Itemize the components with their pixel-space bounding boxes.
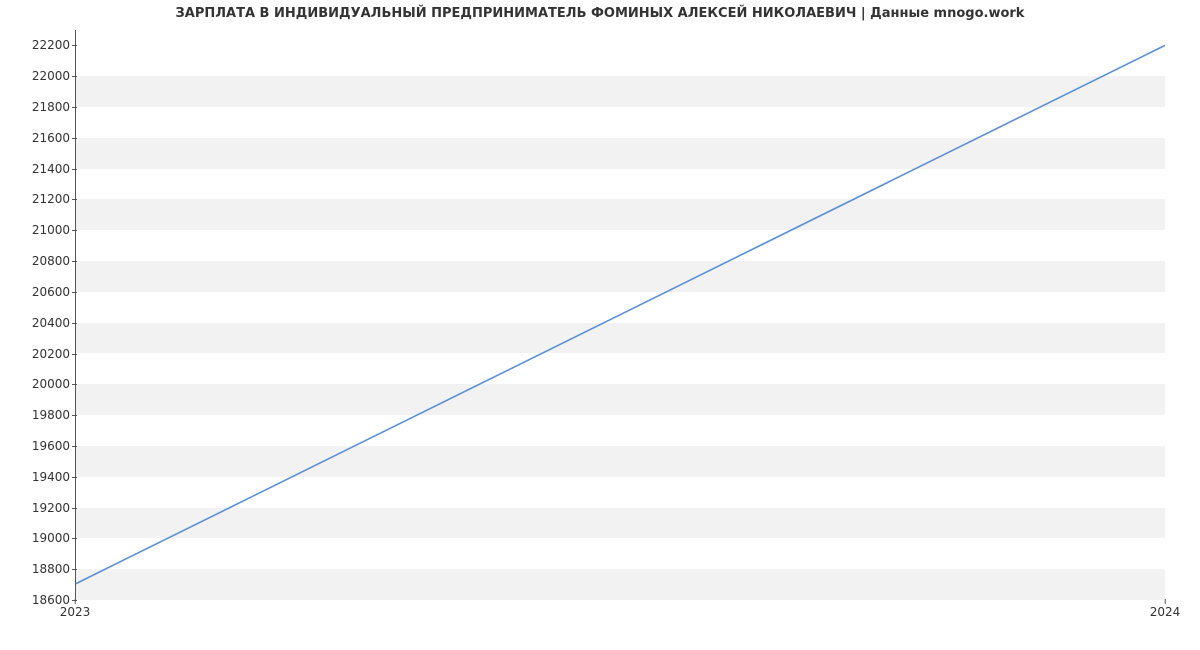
y-tick-label: 20800 xyxy=(10,254,70,268)
chart-title: ЗАРПЛАТА В ИНДИВИДУАЛЬНЫЙ ПРЕДПРИНИМАТЕЛ… xyxy=(0,6,1200,21)
line-series xyxy=(76,30,1165,599)
y-tick-label: 21000 xyxy=(10,223,70,237)
series-line xyxy=(76,45,1165,583)
plot-area xyxy=(75,30,1165,600)
y-tick-label: 20400 xyxy=(10,316,70,330)
y-tick-label: 19400 xyxy=(10,470,70,484)
chart-container: ЗАРПЛАТА В ИНДИВИДУАЛЬНЫЙ ПРЕДПРИНИМАТЕЛ… xyxy=(0,0,1200,650)
y-tick-label: 20200 xyxy=(10,347,70,361)
y-tick-label: 18800 xyxy=(10,562,70,576)
y-tick-label: 19800 xyxy=(10,408,70,422)
y-tick-label: 21800 xyxy=(10,100,70,114)
y-tick-label: 20600 xyxy=(10,285,70,299)
y-tick-label: 21200 xyxy=(10,192,70,206)
y-tick-label: 21600 xyxy=(10,131,70,145)
x-tick-label: 2024 xyxy=(1150,605,1181,619)
y-tick-label: 19600 xyxy=(10,439,70,453)
y-tick-label: 22000 xyxy=(10,69,70,83)
y-tick-label: 21400 xyxy=(10,162,70,176)
y-tick-label: 22200 xyxy=(10,38,70,52)
y-tick-label: 20000 xyxy=(10,377,70,391)
y-tick-label: 19200 xyxy=(10,501,70,515)
x-tick-label: 2023 xyxy=(60,605,91,619)
y-tick-label: 19000 xyxy=(10,531,70,545)
